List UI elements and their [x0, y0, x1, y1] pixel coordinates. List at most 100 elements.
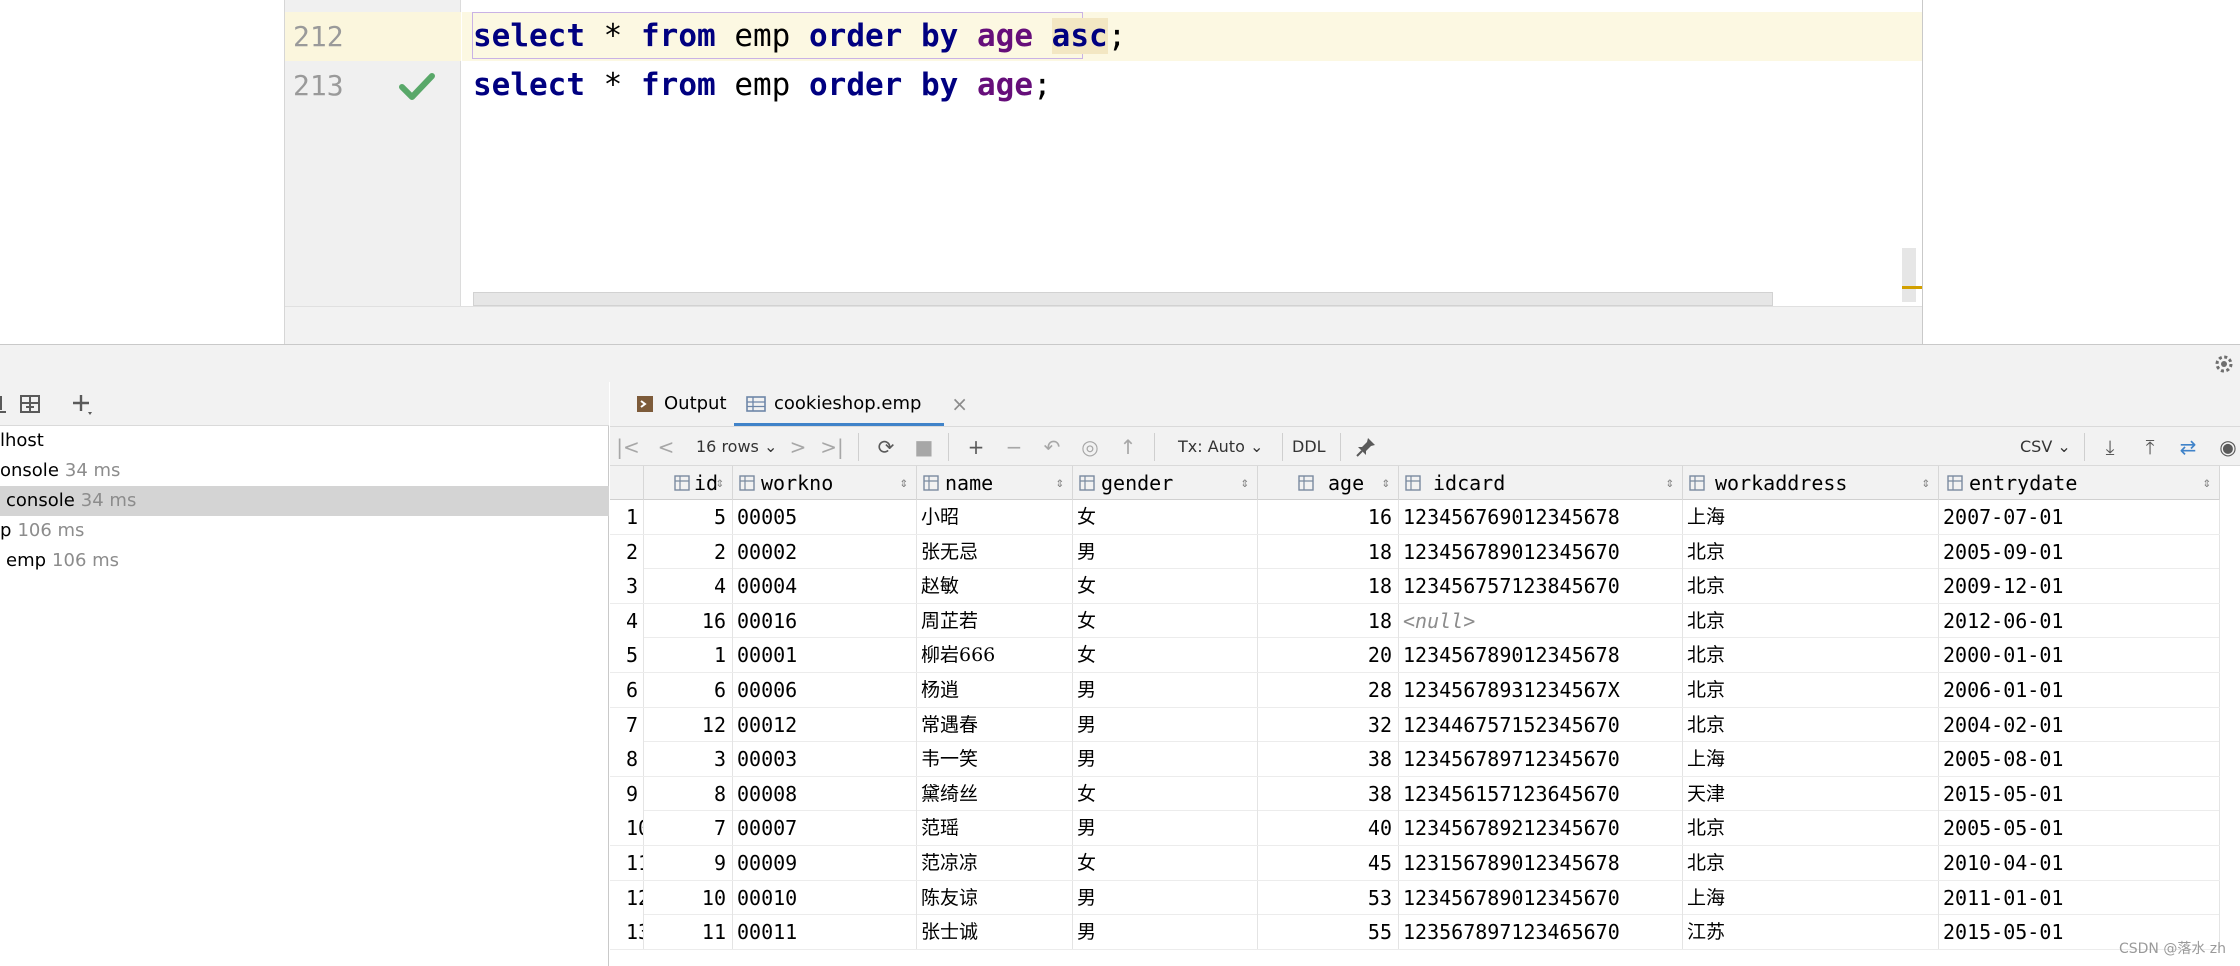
column-header-workaddress[interactable]: workaddress ⇕	[1683, 466, 1939, 500]
table-row[interactable]: 11900009范凉凉女45123156789012345678北京2010-0…	[610, 846, 2220, 881]
cell-name[interactable]: 张无忌	[917, 534, 1073, 569]
table-row[interactable]: 3 4 00004 赵敏女 18 123456757123845670 北京 2009-12-…	[610, 569, 2220, 604]
table-row[interactable]: 131100011张士诚男55123567897123465670江苏2015-…	[610, 915, 2220, 950]
cell-gender[interactable]: 女	[1073, 569, 1258, 604]
cell-entrydate[interactable]: 2000-01-01	[1939, 638, 2220, 673]
warning-stripe-marker[interactable]	[1902, 286, 1922, 289]
cell-id[interactable]: 8	[644, 776, 733, 811]
cell-age[interactable]: 38	[1258, 776, 1399, 811]
compare-icon[interactable]: ⇄	[2176, 435, 2200, 459]
sort-icon[interactable]: ⇕	[1666, 466, 1674, 500]
next-page-icon[interactable]: >	[786, 435, 810, 459]
cell-workno[interactable]: 00008	[733, 776, 917, 811]
cell-workno[interactable]: 00004	[733, 569, 917, 604]
cell-gender[interactable]: 男	[1073, 880, 1258, 915]
cell-gender[interactable]: 男	[1073, 915, 1258, 950]
sql-editor[interactable]: 212 213 select * from emp order by age a…	[284, 0, 1923, 344]
cell-idcard[interactable]: 123456789012345678	[1399, 638, 1683, 673]
column-header-name[interactable]: name ⇕	[917, 466, 1073, 500]
cell-id[interactable]: 10	[644, 880, 733, 915]
editor-horizontal-scrollbar[interactable]	[473, 292, 1773, 306]
tree-item-localhost[interactable]: lhost	[0, 426, 609, 456]
result-grid[interactable]: id ⇕ workno ⇕ name ⇕ gender ⇕ age ⇕ idca…	[610, 466, 2240, 966]
add-row-icon[interactable]: +	[964, 435, 988, 459]
stop-icon[interactable]: ■	[912, 435, 936, 459]
cell-age[interactable]: 45	[1258, 846, 1399, 880]
tab-output[interactable]: Output	[624, 382, 727, 426]
cell-workaddress[interactable]: 北京	[1683, 569, 1939, 604]
cell-age[interactable]: 20	[1258, 638, 1399, 673]
cell-age[interactable]: 32	[1258, 707, 1399, 742]
cell-workno[interactable]: 00005	[733, 500, 917, 534]
cell-name[interactable]: 赵敏	[917, 569, 1073, 604]
table-row[interactable]: 7 12 00012 常遇春男 32 123446757152345670 北京 2004-0…	[610, 707, 2220, 743]
cell-age[interactable]: 40	[1258, 811, 1399, 846]
cell-name[interactable]: 黛绮丝	[917, 776, 1073, 811]
cell-id[interactable]: 6	[644, 673, 733, 707]
column-header-workno[interactable]: workno ⇕	[733, 466, 917, 500]
cell-gender[interactable]: 男	[1073, 673, 1258, 707]
sort-icon[interactable]: ⇕	[1056, 466, 1064, 500]
submit-icon[interactable]: ↑	[1116, 435, 1140, 459]
cell-idcard[interactable]: 123456157123645670	[1399, 776, 1683, 811]
transaction-mode-dropdown[interactable]: Tx: Auto ⌄	[1178, 427, 1263, 467]
cell-workaddress[interactable]: 北京	[1683, 846, 1939, 880]
cell-idcard[interactable]: 12345678931234567X	[1399, 673, 1683, 707]
tree-item-emp-result[interactable]: emp 106 ms	[0, 546, 609, 576]
tree-item-emp-query[interactable]: p 106 ms	[0, 516, 609, 546]
cell-entrydate[interactable]: 2006-01-01	[1939, 673, 2220, 707]
cell-workno[interactable]: 00007	[733, 811, 917, 846]
cell-workno[interactable]: 00001	[733, 638, 917, 673]
gear-icon[interactable]	[2212, 352, 2236, 376]
column-header-age[interactable]: age ⇕	[1258, 466, 1399, 500]
cell-workaddress[interactable]: 北京	[1683, 534, 1939, 569]
code-line-212[interactable]: select * from emp order by age asc;	[473, 12, 1126, 61]
ddl-button[interactable]: DDL	[1292, 427, 1326, 467]
cell-workaddress[interactable]: 上海	[1683, 880, 1939, 915]
cell-age[interactable]: 18	[1258, 569, 1399, 604]
column-header-idcard[interactable]: idcard ⇕	[1399, 466, 1683, 500]
cell-idcard[interactable]: <null>	[1399, 603, 1683, 638]
cell-gender[interactable]: 男	[1073, 534, 1258, 569]
cell-id[interactable]: 4	[644, 569, 733, 604]
sort-icon[interactable]: ⇕	[900, 466, 908, 500]
cell-gender[interactable]: 女	[1073, 776, 1258, 811]
cell-id[interactable]: 11	[644, 915, 733, 950]
export-format-dropdown[interactable]: CSV ⌄	[2020, 427, 2071, 467]
sort-icon[interactable]: ⇕	[1922, 466, 1930, 500]
revert-icon[interactable]: ↶	[1040, 435, 1064, 459]
cell-entrydate[interactable]: 2004-02-01	[1939, 707, 2220, 742]
cell-workaddress[interactable]: 北京	[1683, 638, 1939, 673]
table-row[interactable]: 8 3 00003 韦一笑男 38 123456789712345670 上海 2005-08…	[610, 742, 2220, 777]
cell-workno[interactable]: 00011	[733, 915, 917, 950]
sort-icon[interactable]: ⇕	[2203, 466, 2211, 500]
table-row[interactable]: 9 8 00008 黛绮丝女 38 123456157123645670 天津 2015-05…	[610, 776, 2220, 812]
rows-count-dropdown[interactable]: 16 rows ⌄	[696, 427, 777, 467]
cell-entrydate[interactable]: 2011-01-01	[1939, 880, 2220, 915]
cell-idcard[interactable]: 123456789012345670	[1399, 880, 1683, 915]
cell-id[interactable]: 2	[644, 534, 733, 569]
tree-item-console[interactable]: onsole 34 ms	[0, 456, 609, 486]
cell-age[interactable]: 28	[1258, 673, 1399, 707]
cell-name[interactable]: 常遇春	[917, 707, 1073, 742]
cell-idcard[interactable]: 123567897123465670	[1399, 915, 1683, 950]
cell-entrydate[interactable]: 2015-05-01	[1939, 776, 2220, 811]
cell-gender[interactable]: 女	[1073, 500, 1258, 534]
cell-workaddress[interactable]: 上海	[1683, 742, 1939, 777]
upload-icon[interactable]: ⤒	[2138, 435, 2162, 459]
cell-entrydate[interactable]: 2012-06-01	[1939, 603, 2220, 638]
cell-idcard[interactable]: 123456789012345670	[1399, 534, 1683, 569]
cell-id[interactable]: 5	[644, 500, 733, 534]
cell-name[interactable]: 张士诚	[917, 915, 1073, 950]
first-page-icon[interactable]: |<	[616, 435, 640, 459]
table-row[interactable]: 5 1 00001 柳岩666 女 20 123456789012345678 北京 2000-…	[610, 638, 2220, 673]
table-row[interactable]: 1 5 00005 小昭女 16 123456769012345678 上海 2007-07-…	[610, 500, 2220, 535]
cell-entrydate[interactable]: 2009-12-01	[1939, 569, 2220, 604]
pin-tab-icon[interactable]	[1354, 435, 1378, 459]
cell-name[interactable]: 小昭	[917, 500, 1073, 534]
cell-age[interactable]: 18	[1258, 534, 1399, 569]
table-row[interactable]: 4 16 00016 周芷若女 18 <null> 北京 2012-06-01	[610, 603, 2220, 639]
cell-gender[interactable]: 女	[1073, 638, 1258, 673]
collapse-all-icon[interactable]	[0, 392, 20, 418]
code-line-213[interactable]: select * from emp order by age;	[473, 61, 1052, 110]
